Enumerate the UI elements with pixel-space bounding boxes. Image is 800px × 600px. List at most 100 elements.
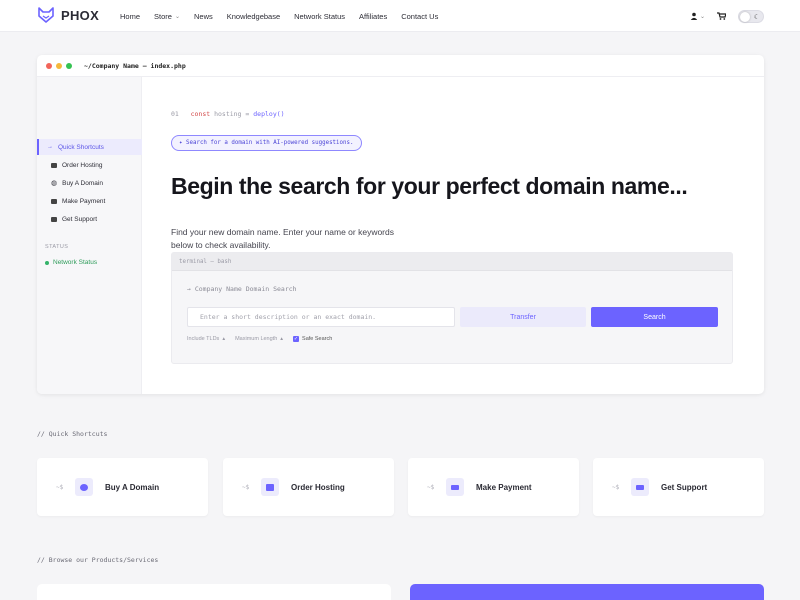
card-icon	[446, 478, 464, 496]
code-function: deploy()	[253, 110, 285, 118]
domain-search-terminal: terminal — bash → Company Name Domain Se…	[171, 252, 733, 364]
nav-store[interactable]: Store ⌄	[154, 12, 180, 21]
shortcut-label: Order Hosting	[291, 482, 345, 492]
code-line-number: 01	[171, 110, 179, 118]
sidebar-item-buy-a-domain[interactable]: ◍ Buy A Domain	[37, 175, 142, 191]
products-heading: // Browse our Products/Services	[37, 556, 159, 564]
sidebar-item-make-payment[interactable]: Make Payment	[37, 193, 142, 209]
prompt-icon: ~$	[427, 483, 435, 491]
brand-name: PHOX	[61, 7, 100, 23]
nav-network-status[interactable]: Network Status	[294, 12, 345, 21]
nav-contact-us-label: Contact Us	[401, 11, 439, 21]
nav-contact-us[interactable]: Contact Us	[401, 12, 438, 21]
prompt-icon: ~$	[56, 483, 64, 491]
code-operator: =	[245, 110, 250, 118]
theme-toggle[interactable]: ☾	[738, 9, 764, 23]
caret-up-icon: ▴	[280, 336, 284, 342]
product-card-featured[interactable]	[410, 584, 764, 600]
maximize-dot-icon	[66, 62, 72, 69]
code-identifier: hosting	[214, 110, 242, 118]
window-sidebar: → Quick Shortcuts Order Hosting ◍ Buy A …	[37, 77, 142, 394]
shortcut-label: Make Payment	[476, 482, 532, 492]
fox-logo-icon	[38, 7, 54, 23]
shortcut-make-payment[interactable]: ~$ Make Payment	[408, 458, 579, 516]
nav-network-status-label: Network Status	[294, 11, 345, 21]
nav-home-label: Home	[120, 11, 141, 21]
cart-icon	[717, 12, 726, 20]
brand-logo[interactable]: PHOX	[37, 7, 99, 23]
sidebar-item-network-status[interactable]: Network Status	[45, 259, 97, 266]
prompt-icon: ~$	[242, 483, 250, 491]
server-icon	[261, 478, 279, 496]
sidebar-item-label: Make Payment	[62, 197, 106, 205]
nav-knowledgebase[interactable]: Knowledgebase	[227, 12, 280, 21]
close-dot-icon	[46, 62, 52, 69]
chevron-down-icon: ⌄	[699, 13, 705, 20]
globe-icon	[75, 478, 93, 496]
hero-subtext: Find your new domain name. Enter your na…	[171, 227, 394, 250]
terminal-header: terminal — bash	[172, 253, 732, 271]
shortcut-label: Get Support	[661, 482, 708, 492]
card-icon	[51, 198, 57, 204]
support-icon	[631, 478, 649, 496]
user-icon	[690, 12, 698, 20]
sidebar-item-label: Buy A Domain	[62, 179, 103, 187]
chevron-down-icon: ⌄	[174, 13, 180, 20]
shortcut-label: Buy A Domain	[105, 482, 160, 492]
shortcut-get-support[interactable]: ~$ Get Support	[593, 458, 764, 516]
page-title: Begin the search for your perfect domain…	[171, 173, 688, 199]
sidebar-item-quick-shortcuts[interactable]: → Quick Shortcuts	[37, 139, 142, 155]
toggle-knob	[740, 11, 750, 22]
nav-news-label: News	[193, 11, 213, 21]
terminal-label: → Company Name Domain Search	[187, 285, 297, 293]
top-navbar: PHOX Home Store ⌄ News Knowledgebase Netw…	[0, 0, 800, 32]
maximum-length-label: Maximum Length	[235, 336, 278, 342]
sidebar-item-label: Order Hosting	[62, 161, 103, 169]
globe-icon: ◍	[51, 180, 58, 187]
nav-knowledgebase-label: Knowledgebase	[226, 11, 281, 21]
quick-shortcuts-heading: // Quick Shortcuts	[37, 430, 108, 438]
nav-affiliates-label: Affiliates	[359, 11, 388, 21]
nav-home[interactable]: Home	[120, 12, 140, 21]
account-menu-button[interactable]: ⌄	[690, 12, 705, 20]
sidebar-item-order-hosting[interactable]: Order Hosting	[37, 157, 142, 173]
search-button[interactable]: Search	[591, 307, 718, 327]
window-main: 01 const hosting = deploy() ✦ Search for…	[143, 77, 764, 394]
main-nav: Home Store ⌄ News Knowledgebase Network S…	[120, 0, 452, 32]
code-snippet: 01 const hosting = deploy()	[171, 110, 285, 118]
nav-store-label: Store	[154, 11, 172, 21]
nav-affiliates[interactable]: Affiliates	[359, 12, 387, 21]
domain-search-input[interactable]: Enter a short description or an exact do…	[187, 307, 455, 327]
support-icon	[51, 216, 57, 222]
ai-suggestion-pill[interactable]: ✦ Search for a domain with AI-powered su…	[171, 135, 362, 151]
check-icon: ✓	[293, 336, 300, 342]
safe-search-checkbox[interactable]: ✓ Safe Search	[293, 336, 332, 342]
window-title: ~/Company Name — index.php	[84, 61, 186, 70]
sidebar-item-label: Quick Shortcuts	[58, 143, 104, 151]
arrow-icon: →	[47, 144, 53, 150]
nav-actions: ⌄ ☾	[690, 0, 764, 32]
shortcut-order-hosting[interactable]: ~$ Order Hosting	[223, 458, 394, 516]
cart-button[interactable]	[717, 12, 726, 20]
sidebar-item-get-support[interactable]: Get Support	[37, 211, 142, 227]
window-titlebar: ~/Company Name — index.php	[37, 55, 764, 77]
product-card[interactable]	[37, 584, 391, 600]
server-icon	[51, 162, 57, 168]
maximum-length-dropdown[interactable]: Maximum Length ▴	[235, 336, 283, 342]
moon-icon: ☾	[753, 13, 760, 21]
status-dot-icon	[45, 260, 49, 265]
prompt-icon: ~$	[612, 483, 620, 491]
shortcut-buy-a-domain[interactable]: ~$ Buy A Domain	[37, 458, 208, 516]
minimize-dot-icon	[56, 62, 62, 69]
search-options: Include TLDs ▴ Maximum Length ▴ ✓ Safe S…	[187, 336, 332, 342]
code-keyword: const	[190, 110, 211, 118]
include-tlds-dropdown[interactable]: Include TLDs ▴	[187, 336, 225, 342]
nav-news[interactable]: News	[194, 12, 213, 21]
safe-search-label: Safe Search	[302, 336, 333, 342]
sidebar-item-label: Get Support	[62, 215, 98, 223]
caret-up-icon: ▴	[222, 336, 226, 342]
transfer-button[interactable]: Transfer	[460, 307, 586, 327]
hero-window: ~/Company Name — index.php → Quick Short…	[37, 55, 764, 394]
include-tlds-label: Include TLDs	[187, 336, 220, 342]
network-status-label: Network Status	[53, 259, 98, 266]
